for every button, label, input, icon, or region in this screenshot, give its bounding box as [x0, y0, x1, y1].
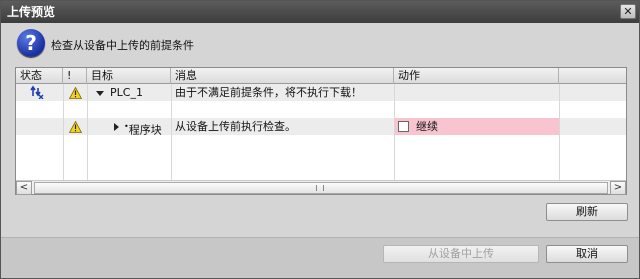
scroll-left-button[interactable]: < — [16, 181, 32, 195]
row-message: 由于不满足前提条件，将不执行下载！ — [175, 86, 362, 99]
continue-checkbox[interactable] — [398, 121, 409, 132]
cancel-button[interactable]: 取消 — [546, 245, 628, 263]
column-divider — [394, 84, 395, 180]
refresh-button[interactable]: 刷新 — [546, 203, 628, 221]
warning-icon — [69, 87, 82, 99]
column-header-target[interactable]: 目标 — [87, 68, 171, 84]
table-row[interactable]: PLC_1 由于不满足前提条件，将不执行下载！ — [16, 84, 626, 101]
status-sync-icon — [30, 85, 44, 99]
upload-preview-dialog: 上传预览 ✕ ? 检查从设备中上传的前提条件 状态 ! 目标 消息 动作 PLC… — [0, 0, 640, 279]
column-divider — [559, 84, 560, 180]
question-icon: ? — [17, 29, 45, 57]
action-label: 继续 — [416, 120, 438, 133]
table-row[interactable]: •程序块 从设备上传前执行检查。 继续 — [16, 118, 626, 137]
table-row — [16, 135, 626, 152]
table-header: 状态 ! 目标 消息 动作 — [16, 68, 626, 84]
warning-icon — [69, 121, 82, 133]
upload-check-table: 状态 ! 目标 消息 动作 PLC_1 由于不满足前提条件，将不执行下载！ •程… — [15, 67, 627, 195]
chevron-right-icon — [114, 123, 119, 131]
header-message: 检查从设备中上传的前提条件 — [51, 39, 194, 52]
close-button[interactable]: ✕ — [620, 4, 636, 19]
column-divider — [171, 84, 172, 180]
column-header-message[interactable]: 消息 — [171, 68, 394, 84]
target-name: •程序块 — [124, 122, 162, 137]
table-row — [16, 101, 626, 118]
collapse-toggle[interactable] — [96, 84, 104, 101]
title-bar: 上传预览 ✕ — [1, 1, 639, 23]
grip-icon — [316, 185, 324, 191]
expand-toggle[interactable] — [114, 118, 119, 135]
close-icon: ✕ — [623, 5, 633, 18]
dialog-title: 上传预览 — [7, 5, 56, 19]
dialog-footer: 从设备中上传 取消 — [1, 237, 639, 278]
row-message: 从设备上传前执行检查。 — [175, 120, 296, 133]
scrollbar-thumb[interactable] — [34, 182, 608, 194]
horizontal-scrollbar[interactable]: < > — [16, 180, 626, 195]
chevron-right-icon: > — [613, 182, 623, 193]
chevron-left-icon: < — [19, 182, 29, 193]
table-row — [16, 152, 626, 169]
column-divider — [63, 84, 64, 180]
scroll-right-button[interactable]: > — [610, 181, 626, 195]
column-header-spare — [559, 68, 626, 84]
chevron-down-icon — [96, 90, 104, 96]
target-name: PLC_1 — [110, 86, 143, 99]
action-cell[interactable]: 继续 — [394, 118, 559, 135]
dialog-header: ? 检查从设备中上传的前提条件 — [1, 23, 639, 65]
column-header-alert[interactable]: ! — [63, 68, 87, 84]
upload-from-device-button[interactable]: 从设备中上传 — [383, 245, 539, 263]
column-header-action[interactable]: 动作 — [394, 68, 559, 84]
column-header-status[interactable]: 状态 — [16, 68, 63, 84]
column-divider — [87, 84, 88, 180]
